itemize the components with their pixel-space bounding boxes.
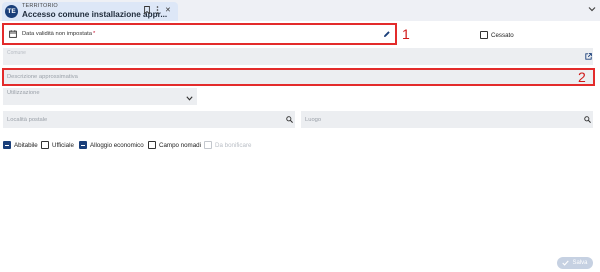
utilizzazione-select[interactable]: Utilizzazione xyxy=(3,88,197,105)
comune-field[interactable]: Comune xyxy=(3,48,593,65)
luogo-label: Luogo xyxy=(305,117,322,123)
check-icon xyxy=(562,260,570,266)
save-button[interactable]: Salva xyxy=(557,257,593,269)
campo-nomadi-checkbox[interactable]: Campo nomadi xyxy=(148,141,201,149)
utilizzazione-label: Utilizzazione xyxy=(7,90,40,96)
ufficiale-checkbox-box[interactable] xyxy=(41,141,49,149)
localita-postale-input[interactable]: Località postale xyxy=(3,111,295,128)
localita-postale-label: Località postale xyxy=(7,117,48,123)
ufficiale-checkbox[interactable]: Ufficiale xyxy=(41,141,74,149)
comune-label: Comune xyxy=(7,50,26,56)
abitabile-checkbox[interactable]: Abitabile xyxy=(3,141,38,149)
open-external-icon[interactable] xyxy=(585,53,592,60)
cessato-checkbox-box[interactable] xyxy=(480,31,488,39)
annotation-box-2 xyxy=(2,68,595,86)
cessato-checkbox[interactable]: Cessato xyxy=(480,31,514,39)
chevron-down-icon[interactable] xyxy=(186,96,193,101)
search-icon[interactable] xyxy=(584,116,591,123)
cessato-label: Cessato xyxy=(491,31,514,39)
chevron-down-icon[interactable] xyxy=(588,5,596,14)
campo-nomadi-label: Campo nomadi xyxy=(159,141,201,149)
alloggio-economico-checkbox-box[interactable] xyxy=(79,141,87,149)
bookmark-icon[interactable] xyxy=(144,6,150,18)
ufficiale-label: Ufficiale xyxy=(52,141,74,149)
alloggio-economico-checkbox[interactable]: Alloggio economico xyxy=(79,141,144,149)
da-bonificare-label: Da bonificare xyxy=(215,141,252,149)
more-vert-icon[interactable] xyxy=(156,6,159,18)
campo-nomadi-checkbox-box[interactable] xyxy=(148,141,156,149)
abitabile-checkbox-box[interactable] xyxy=(3,141,11,149)
tab-territorio[interactable]: TE TERRITORIO Accesso comune installazio… xyxy=(2,2,178,21)
da-bonificare-checkbox: Da bonificare xyxy=(204,141,251,149)
annotation-box-1 xyxy=(2,23,397,45)
da-bonificare-checkbox-box xyxy=(204,141,212,149)
luogo-input[interactable]: Luogo xyxy=(301,111,593,128)
save-label: Salva xyxy=(572,260,588,266)
tab-kicker: TERRITORIO xyxy=(22,3,58,9)
annotation-number-2: 2 xyxy=(578,69,586,85)
annotation-number-1: 1 xyxy=(402,26,410,42)
tab-bar: TE TERRITORIO Accesso comune installazio… xyxy=(0,0,600,21)
app-logo-icon: TE xyxy=(5,5,18,18)
abitabile-label: Abitabile xyxy=(14,141,38,149)
alloggio-economico-label: Alloggio economico xyxy=(90,141,144,149)
search-icon[interactable] xyxy=(286,116,293,123)
close-icon[interactable]: ✕ xyxy=(165,6,171,16)
